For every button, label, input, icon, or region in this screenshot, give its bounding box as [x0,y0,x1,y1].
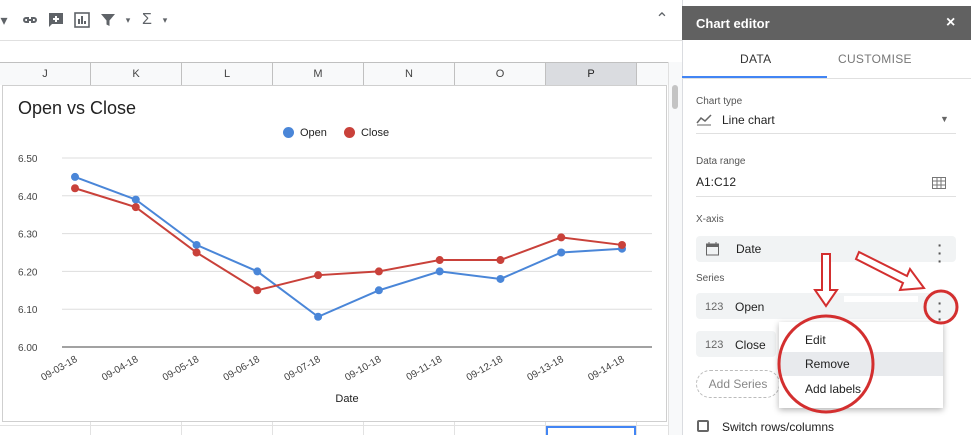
x-tick-label: 09-06-18 [222,354,263,384]
data-point-close [374,267,383,276]
data-point-close [618,240,626,249]
x-tick-label: 09-04-18 [100,354,141,384]
chart-type-select[interactable]: Line chart [722,113,775,127]
data-point-open [192,240,201,249]
select-underline [696,133,956,134]
data-point-open [71,172,79,181]
data-point-open [374,286,383,295]
y-tick-label: 6.30 [18,230,38,241]
x-axis-value: Date [736,242,762,256]
chart-plot: 6.50 6.40 6.30 6.20 6.10 6.0009-03-18 09-04-18… [18,154,652,405]
input-underline [696,196,956,197]
close-icon[interactable]: × [946,14,955,32]
menu-item-edit[interactable]: Edit [779,328,943,352]
numeric-icon: 123 [705,339,724,351]
x-tick-label: 09-12-18 [465,354,506,384]
tab-data[interactable]: DATA [740,52,771,66]
x-tick-label: 09-13-18 [526,354,567,384]
data-point-close [496,256,505,265]
series-line-close [74,187,623,292]
x-tick-label: 09-05-18 [161,354,202,384]
series-line-open [74,175,623,318]
y-tick-label: 6.10 [18,305,38,316]
data-point-close [71,184,79,193]
vertical-scrollbar[interactable] [668,62,683,435]
data-point-open [496,274,505,283]
menu-item-remove[interactable]: Remove [779,352,943,376]
data-point-open [435,267,444,276]
calendar-icon [706,242,719,256]
switch-rows-checkbox[interactable] [697,420,709,432]
data-point-close [131,203,140,212]
x-axis-title: Date [335,393,358,405]
add-series-button[interactable]: Add Series [696,370,780,398]
chevron-down-icon[interactable]: ▼ [940,114,949,124]
x-tick-label: 09-11-18 [405,354,445,383]
tab-customise[interactable]: CUSTOMISE [838,52,912,66]
divider [682,78,971,79]
redaction-bar [844,296,918,302]
more-vert-icon[interactable]: · · · [936,238,944,268]
data-point-open [314,312,323,321]
data-point-open [557,248,566,257]
x-axis-chip[interactable] [696,236,956,262]
x-tick-label: 09-07-18 [282,354,323,384]
data-point-open [131,195,140,204]
x-axis-label: X-axis [696,214,724,225]
data-point-close [314,271,323,280]
series-name: Close [735,338,766,352]
y-tick-label: 6.40 [18,192,38,203]
more-vert-icon[interactable]: · · · [936,296,944,326]
data-point-close [435,256,444,265]
switch-rows-label: Switch rows/columns [722,420,835,434]
y-tick-label: 6.50 [18,154,38,165]
chart-type-label: Chart type [696,96,743,107]
series-label: Series [696,273,725,284]
data-point-close [192,248,201,257]
x-tick-label: 09-10-18 [343,354,384,384]
data-point-open [253,267,262,276]
chart-editor-title: Chart editor [696,16,770,31]
numeric-icon: 123 [705,301,724,313]
menu-item-add-labels[interactable]: Add labels [779,377,943,401]
x-tick-label: 09-03-18 [39,354,80,384]
x-tick-label: 09-14-18 [586,354,627,384]
line-chart-icon [696,114,712,126]
y-tick-label: 6.00 [18,343,38,354]
grid-select-icon[interactable] [932,177,946,189]
data-point-close [253,286,262,295]
data-point-close [557,233,566,242]
data-range-label: Data range [696,156,746,167]
data-range-input[interactable]: A1:C12 [696,175,736,189]
series-name: Open [735,300,765,314]
y-tick-label: 6.20 [18,267,38,278]
scrollbar-thumb[interactable] [672,85,678,109]
